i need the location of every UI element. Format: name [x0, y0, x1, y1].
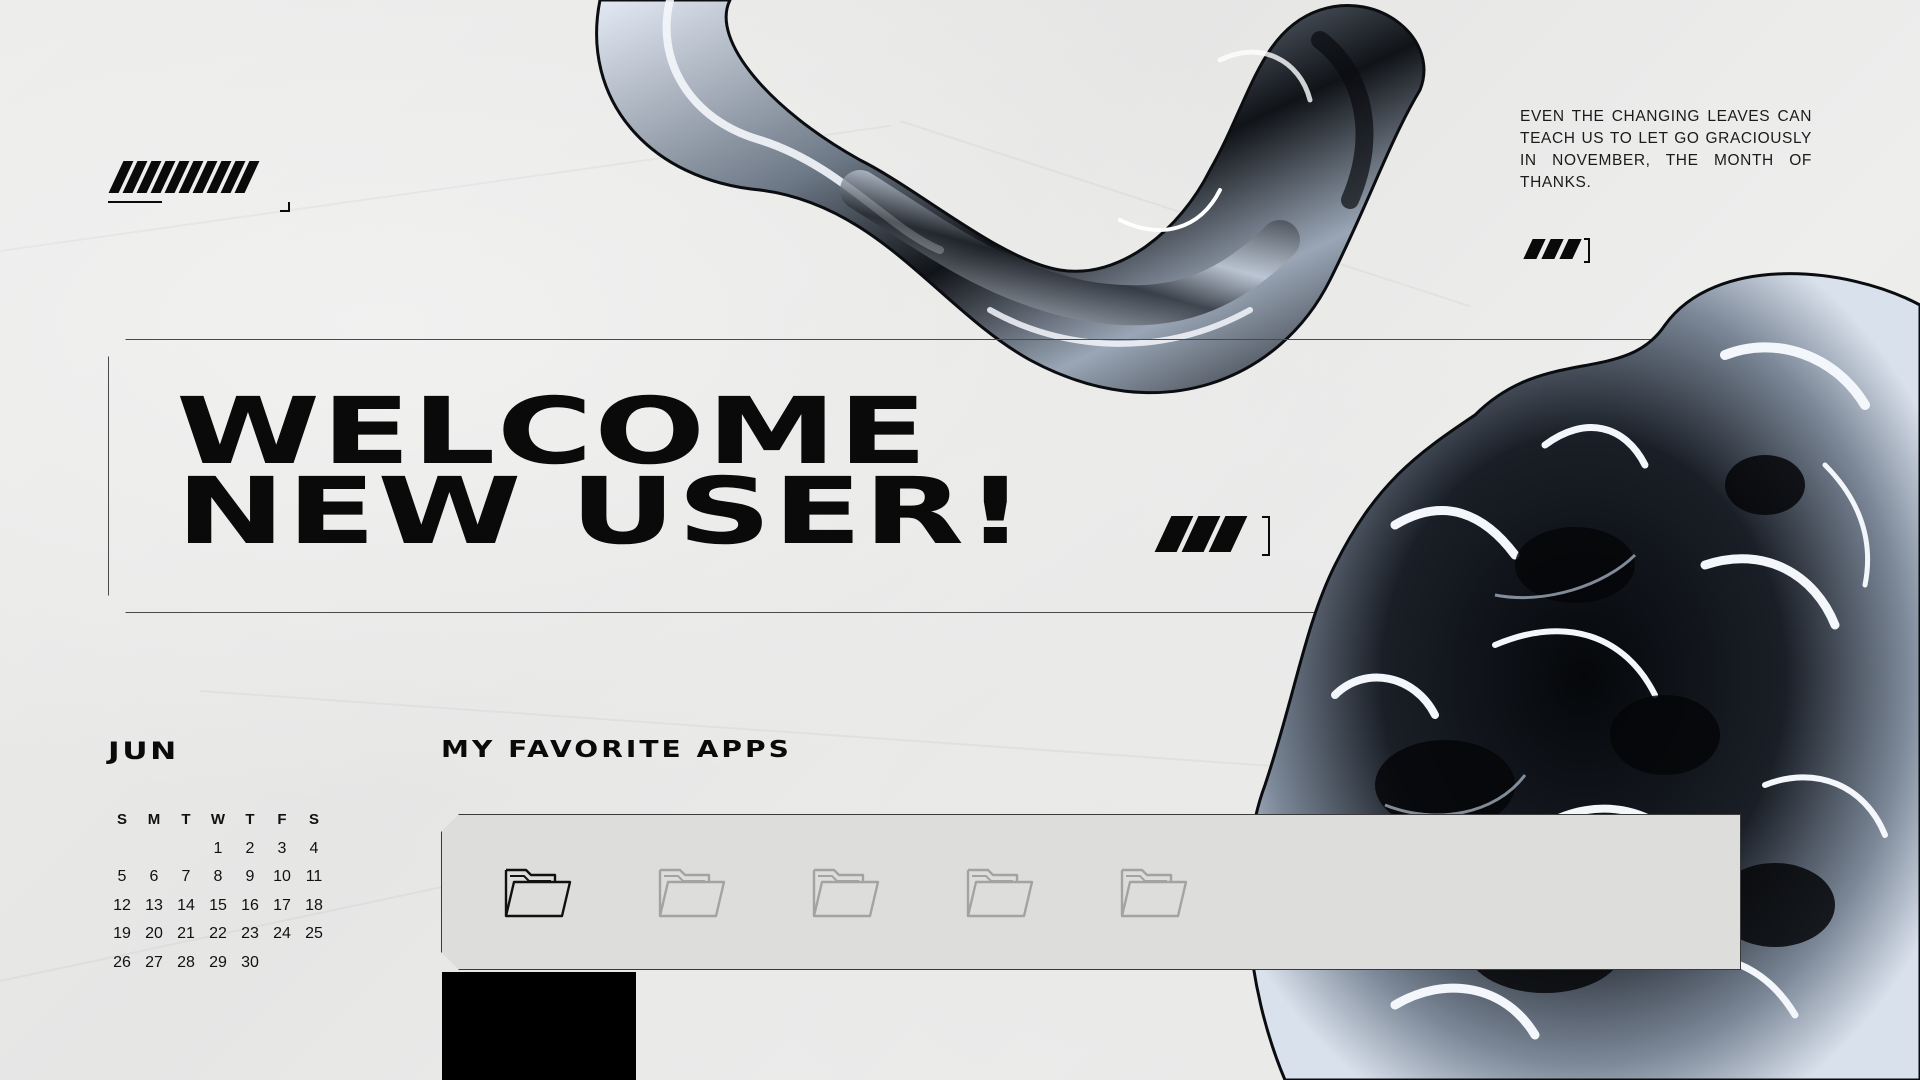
folder-icon: [1120, 868, 1188, 918]
calendar-day: 26: [113, 953, 131, 971]
folder-icon: [658, 868, 726, 918]
calendar-day: 21: [177, 925, 195, 942]
welcome-heading-line2: NEW USER!: [176, 458, 1027, 565]
calendar-day: 30: [241, 953, 259, 971]
calendar-day: 22: [209, 925, 227, 942]
calendar-day: 4: [309, 839, 319, 857]
calendar-day: [266, 954, 298, 983]
decorative-underline: [108, 201, 162, 203]
calendar-day: 16: [241, 896, 259, 914]
calendar-day: 24: [273, 925, 291, 942]
calendar-day: 2: [245, 839, 255, 857]
folder-icon: [504, 868, 572, 918]
calendar-day: [170, 840, 202, 869]
calendar-weekday: W: [210, 811, 226, 828]
calendar-day: 8: [213, 868, 223, 885]
calendar-day: 14: [177, 896, 195, 914]
calendar-day: 13: [145, 896, 163, 914]
calendar-day: 12: [113, 896, 131, 914]
calendar-day: [106, 840, 138, 869]
calendar-day: 19: [113, 925, 131, 942]
decorative-stripes: [108, 161, 260, 193]
calendar-day: 10: [273, 868, 291, 885]
calendar-weekday: T: [181, 811, 191, 828]
calendar-month: JUN: [108, 737, 179, 765]
app-shortcut-1[interactable]: [502, 860, 574, 922]
calendar-day: 28: [177, 953, 195, 971]
calendar-day: 20: [145, 925, 163, 942]
folder-icon: [812, 868, 880, 918]
calendar-day: 27: [145, 953, 163, 971]
decorative-bracket: [1584, 238, 1590, 263]
app-shortcut-4[interactable]: [964, 860, 1036, 922]
decorative-stripes-small: [1523, 239, 1582, 259]
calendar-day: 3: [277, 839, 287, 857]
calendar-day: 11: [305, 868, 323, 885]
calendar-day: 29: [209, 953, 227, 971]
calendar-day: [138, 840, 170, 869]
app-shortcut-3[interactable]: [810, 860, 882, 922]
calendar-day: 7: [181, 868, 191, 885]
folder-icon: [966, 868, 1034, 918]
calendar-day: 5: [117, 868, 127, 885]
calendar-day: 17: [273, 896, 291, 914]
calendar-weekday: S: [116, 811, 127, 828]
calendar-day: 1: [213, 839, 223, 857]
decorative-corner-mark: [280, 202, 290, 212]
calendar-weekday: T: [245, 811, 255, 828]
favorite-apps-title: MY FAVORITE APPS: [441, 737, 792, 763]
calendar-day: 25: [305, 925, 323, 942]
calendar-weekday: M: [147, 811, 161, 828]
decorative-black-block: [442, 972, 636, 1080]
calendar-day: [298, 954, 330, 983]
calendar-weekday: F: [277, 811, 287, 828]
app-shortcut-2[interactable]: [656, 860, 728, 922]
decorative-stripes-medium: [1154, 516, 1248, 552]
calendar-day: 6: [149, 868, 159, 885]
quote-text: EVEN THE CHANGING LEAVES CAN TEACH US TO…: [1520, 108, 1812, 191]
calendar-day: 9: [245, 868, 255, 885]
calendar-grid: S M T W T F S 1 2 3 4 5 6 7 8 9 10 11 12…: [106, 811, 330, 982]
calendar-day: 15: [209, 896, 227, 914]
favorite-apps-bar: [441, 814, 1741, 970]
calendar-day: 18: [305, 896, 323, 914]
app-shortcut-5[interactable]: [1118, 860, 1190, 922]
calendar-weekday: S: [308, 811, 319, 828]
calendar-day: 23: [241, 925, 259, 942]
welcome-heading: WELCOME NEW USER!: [176, 386, 1027, 565]
